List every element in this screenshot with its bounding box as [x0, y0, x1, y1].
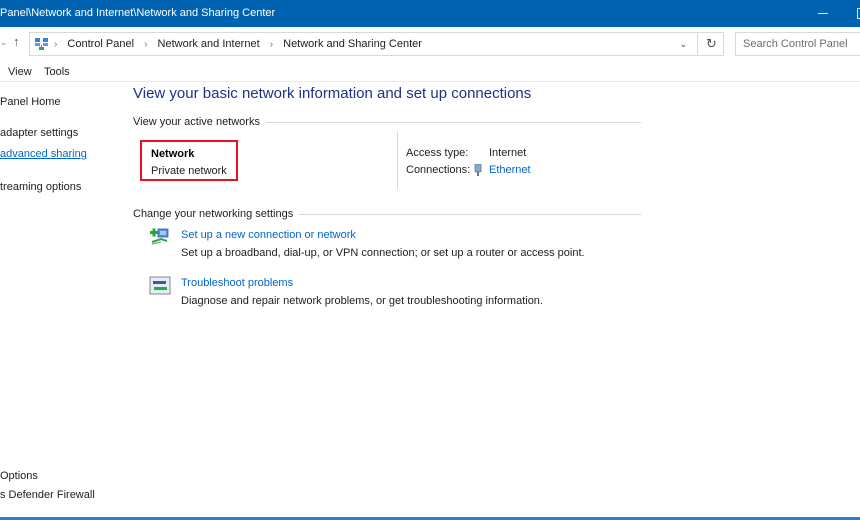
minimize-button[interactable] — [806, 0, 840, 27]
troubleshoot-problems-link[interactable]: Troubleshoot problems — [181, 277, 293, 289]
window-title: Panel\Network and Internet\Network and S… — [0, 7, 276, 19]
refresh-icon[interactable]: ↻ — [697, 33, 725, 55]
sidebar-item-change-advanced-sharing[interactable]: advanced sharing — [0, 148, 87, 160]
breadcrumb-separator-icon[interactable]: › — [54, 39, 57, 50]
page-title: View your basic network information and … — [133, 85, 532, 102]
breadcrumb-network-and-sharing-center[interactable]: Network and Sharing Center — [283, 38, 422, 50]
address-bar[interactable]: › Control Panel › Network and Internet ›… — [29, 32, 724, 56]
sidebar-see-also-internet-options[interactable]: Options — [0, 470, 38, 482]
maximize-button[interactable] — [852, 0, 860, 27]
control-panel-icon — [35, 38, 48, 50]
troubleshoot-problems-description: Diagnose and repair network problems, or… — [181, 295, 543, 307]
breadcrumb: › Control Panel › Network and Internet ›… — [54, 38, 422, 50]
troubleshoot-icon — [149, 276, 171, 295]
setup-new-connection-description: Set up a broadband, dial-up, or VPN conn… — [181, 247, 585, 259]
access-type-label: Access type: — [406, 147, 469, 159]
network-category-link[interactable]: Private network — [151, 165, 227, 177]
menu-view[interactable]: View — [8, 66, 32, 78]
breadcrumb-network-and-internet[interactable]: Network and Internet — [158, 38, 260, 50]
new-connection-icon — [150, 228, 169, 245]
sidebar-item-change-adapter-settings[interactable]: adapter settings — [0, 127, 78, 139]
sidebar-item-media-streaming-options[interactable]: treaming options — [0, 181, 81, 193]
up-arrow-icon[interactable]: ↑ — [13, 34, 20, 49]
address-dropdown-chevron-icon[interactable]: ⌄ — [671, 35, 696, 55]
menu-tools[interactable]: Tools — [44, 66, 70, 78]
recent-locations-chevron-icon[interactable]: ⌄ — [0, 37, 8, 48]
breadcrumb-separator-icon[interactable]: › — [144, 39, 147, 50]
address-row: ⌄ ↑ › Control Panel › Network and Intern… — [0, 27, 860, 63]
access-type-value: Internet — [489, 147, 527, 159]
breadcrumb-separator-icon[interactable]: › — [270, 39, 273, 50]
ethernet-icon — [474, 164, 482, 176]
network-info-divider — [397, 132, 398, 189]
setup-new-connection-link[interactable]: Set up a new connection or network — [181, 229, 356, 241]
sidebar-see-also-defender-firewall[interactable]: s Defender Firewall — [0, 489, 95, 501]
active-networks-heading: View your active networks — [133, 116, 266, 128]
breadcrumb-control-panel[interactable]: Control Panel — [67, 38, 134, 50]
search-input[interactable] — [736, 33, 860, 55]
change-settings-heading: Change your networking settings — [133, 208, 300, 220]
network-name: Network — [151, 148, 195, 160]
title-bar: Panel\Network and Internet\Network and S… — [0, 0, 860, 27]
search-box[interactable] — [735, 32, 860, 56]
ethernet-connection-link[interactable]: Ethernet — [489, 164, 531, 176]
sidebar-item-control-panel-home[interactable]: Panel Home — [0, 96, 61, 108]
connections-label: Connections: — [406, 164, 471, 176]
menu-bar: View Tools — [0, 63, 860, 82]
